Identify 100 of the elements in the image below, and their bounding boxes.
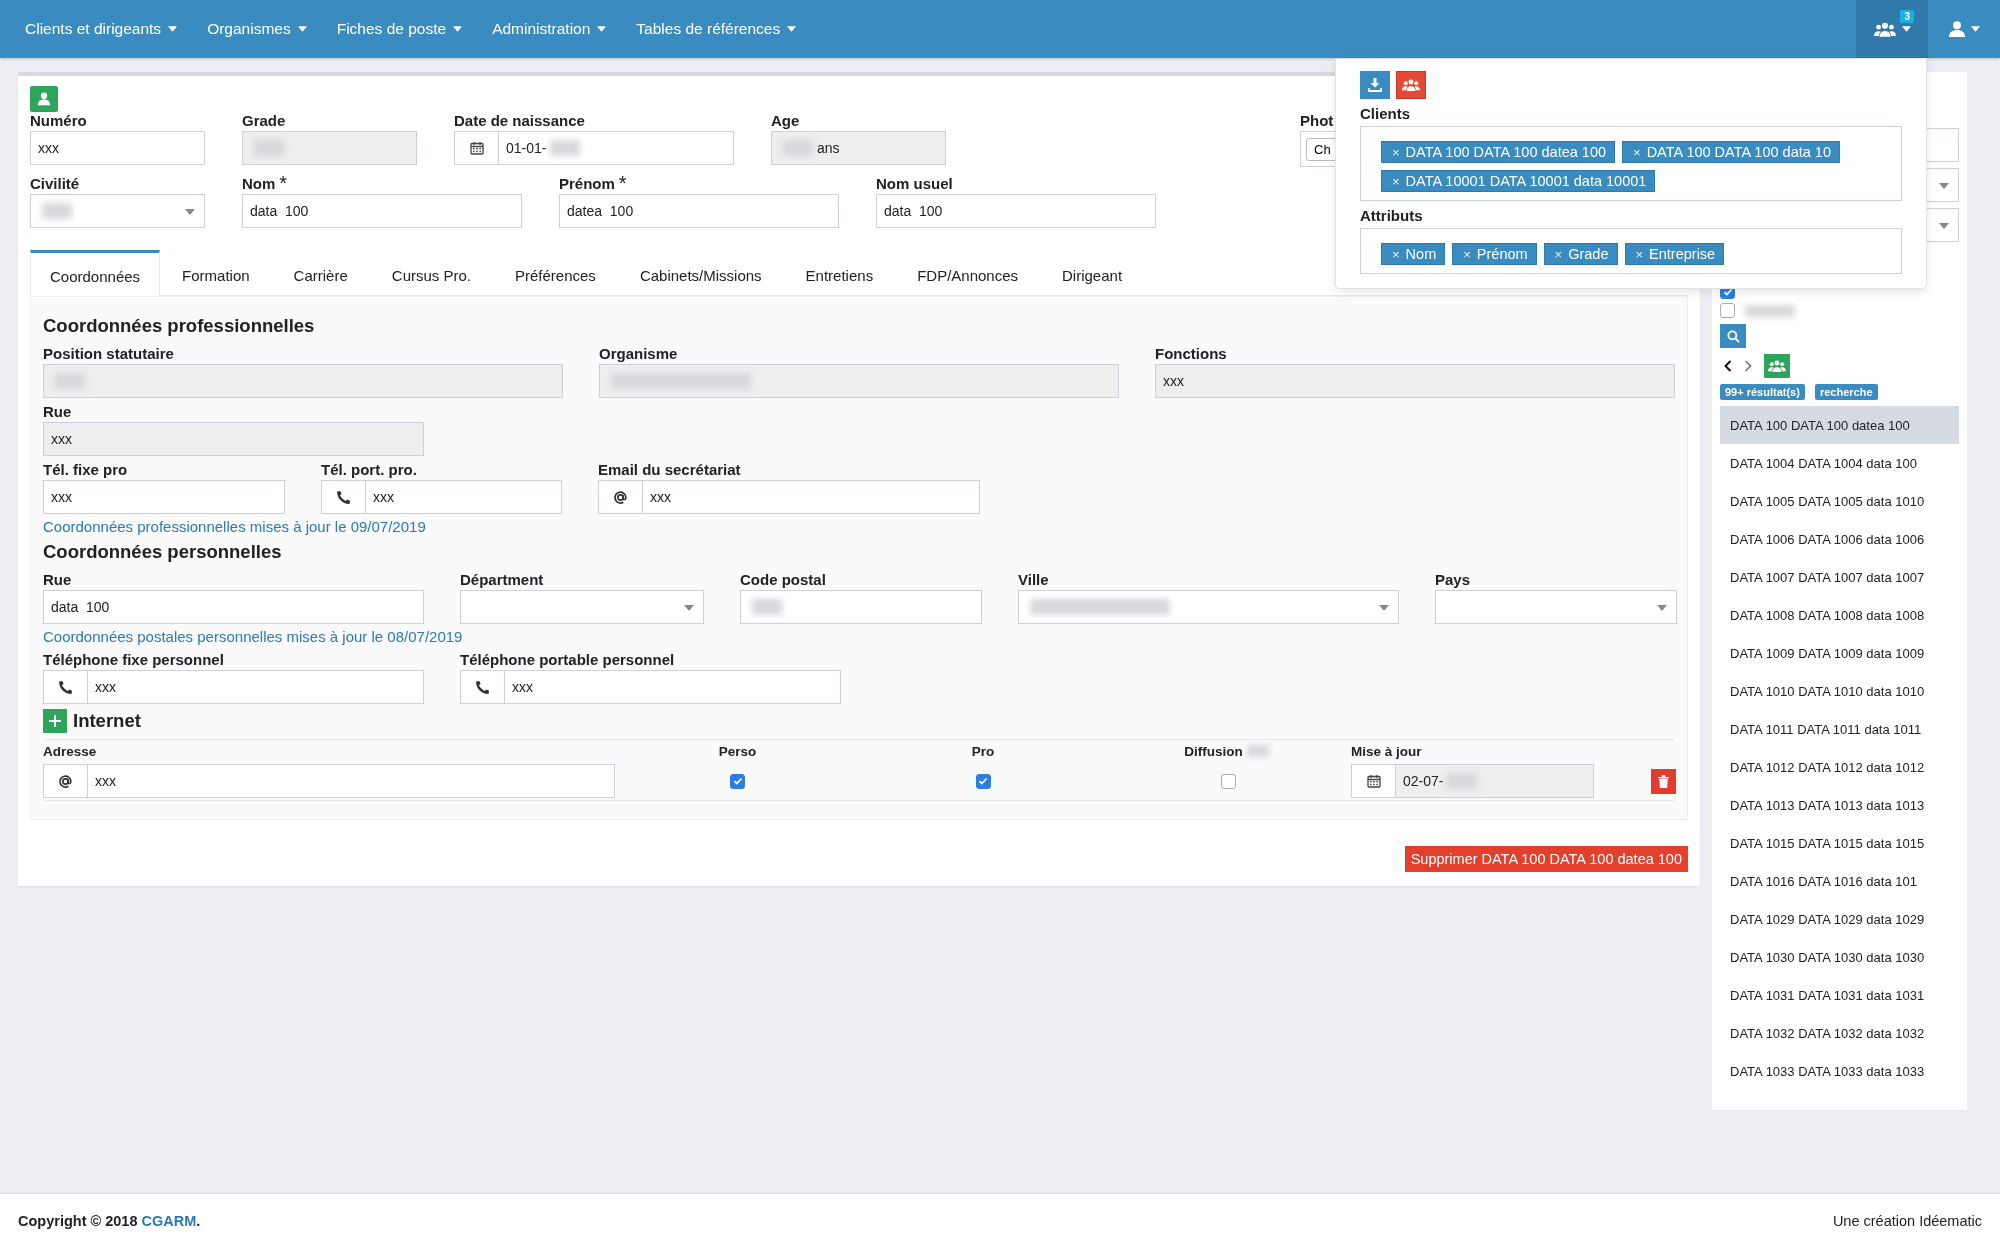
at-sign-icon xyxy=(613,489,628,505)
section-title: Internet xyxy=(73,710,141,732)
column-header: Pro xyxy=(971,743,995,759)
input-field[interactable]: xxx xyxy=(365,480,562,514)
brand-link[interactable]: CGARM xyxy=(141,1213,197,1229)
input-field[interactable]: xxx xyxy=(30,131,205,165)
phone-icon xyxy=(475,679,490,695)
field-label: Code postal xyxy=(740,571,826,588)
delete-record-button[interactable]: Supprimer DATA 100 DATA 100 datea 100 xyxy=(1404,846,1688,872)
result-item[interactable]: DATA 1005 DATA 1005 data 1010 xyxy=(1720,482,1959,520)
nav-menu[interactable]: Clients et dirigeants xyxy=(10,0,193,58)
result-item[interactable]: DATA 1012 DATA 1012 data 1012 xyxy=(1720,748,1959,786)
result-item[interactable]: DATA 1016 DATA 1016 data 101 xyxy=(1720,862,1959,900)
person-icon xyxy=(30,86,58,112)
field-label: Email du secrétariat xyxy=(598,461,741,478)
remove-tag-button[interactable]: × xyxy=(1392,173,1400,189)
checkbox[interactable] xyxy=(1720,303,1735,318)
field-label: Téléphone portable personnel xyxy=(460,651,675,668)
caret-icon xyxy=(1901,26,1911,32)
download-button[interactable] xyxy=(1360,71,1390,99)
field-label: Fonctions xyxy=(1155,345,1227,362)
caret-icon xyxy=(684,605,694,611)
input-field[interactable] xyxy=(599,364,1119,398)
add-icon[interactable] xyxy=(43,709,67,733)
input-field[interactable]: xxx xyxy=(87,670,424,704)
input-field[interactable]: ans xyxy=(771,131,946,165)
remove-tag-button[interactable]: × xyxy=(1633,144,1641,160)
checkbox[interactable] xyxy=(1221,773,1236,789)
result-item[interactable]: DATA 1032 DATA 1032 data 1032 xyxy=(1720,1014,1959,1052)
input-field[interactable]: datea 100 xyxy=(559,194,839,228)
result-item[interactable]: DATA 1013 DATA 1013 data 1013 xyxy=(1720,786,1959,824)
tab[interactable]: Dirigeant xyxy=(1040,250,1145,295)
result-item[interactable]: DATA 1004 DATA 1004 data 100 xyxy=(1720,444,1959,482)
tag-label: DATA 10001 DATA 10001 data 10001 xyxy=(1405,173,1647,189)
field-label: Position statutaire xyxy=(43,345,174,362)
result-item[interactable]: DATA 1031 DATA 1031 data 1031 xyxy=(1720,976,1959,1014)
group-button[interactable] xyxy=(1764,354,1790,378)
update-note-link[interactable]: Coordonnées postales personnelles mises à jour le 08/07/2019 xyxy=(43,628,463,645)
tab[interactable]: Cabinets/Missions xyxy=(617,250,784,295)
required-mark: * xyxy=(279,175,288,191)
result-item[interactable]: DATA 1033 DATA 1033 data 1033 xyxy=(1720,1052,1959,1090)
remove-tag-button[interactable]: × xyxy=(1392,246,1400,262)
input-field[interactable]: xxx xyxy=(1155,364,1675,398)
result-item[interactable]: DATA 1006 DATA 1006 data 1006 xyxy=(1720,520,1959,558)
nav-menu[interactable]: Tables de références xyxy=(621,0,812,58)
input-field[interactable]: data 100 xyxy=(242,194,522,228)
search-button[interactable] xyxy=(1720,324,1746,348)
checkbox[interactable] xyxy=(975,773,991,789)
field-label: Attributs xyxy=(1360,207,1424,224)
result-item[interactable]: DATA 1007 DATA 1007 data 1007 xyxy=(1720,558,1959,596)
column-header: Adresse xyxy=(43,743,97,759)
input-field[interactable] xyxy=(242,131,417,165)
remove-tag-button[interactable]: × xyxy=(1392,144,1400,160)
tab[interactable]: Formation xyxy=(160,250,272,295)
select-field[interactable] xyxy=(1018,590,1399,624)
input-field[interactable]: 02-07- xyxy=(1395,764,1594,798)
update-note-link[interactable]: Coordonnées professionnelles mises à jour le 09/07/2019 xyxy=(43,518,426,535)
tab[interactable]: Entretiens xyxy=(783,250,896,295)
remove-tag-button[interactable]: × xyxy=(1463,246,1471,262)
tab[interactable]: Carrière xyxy=(271,250,370,295)
input-field[interactable]: xxx xyxy=(87,764,615,798)
result-item[interactable]: DATA 1029 DATA 1029 data 1029 xyxy=(1720,900,1959,938)
next-icon[interactable] xyxy=(1744,360,1752,372)
input-field[interactable]: xxx xyxy=(43,422,424,456)
group-button[interactable] xyxy=(1396,71,1426,99)
field-label: Tél. port. pro. xyxy=(321,461,417,478)
tab[interactable]: Préférences xyxy=(493,250,618,295)
field-label: Rue xyxy=(43,571,72,588)
input-field[interactable]: 01-01- xyxy=(498,131,734,165)
field-label: Téléphone fixe personnel xyxy=(43,651,224,668)
select-field[interactable] xyxy=(30,194,205,228)
caret-icon xyxy=(1657,605,1667,611)
delete-button[interactable] xyxy=(1651,768,1676,794)
input-field[interactable]: xxx xyxy=(43,480,285,514)
input-field[interactable]: data 100 xyxy=(876,194,1156,228)
result-item[interactable]: DATA 1010 DATA 1010 data 1010 xyxy=(1720,672,1959,710)
tag-field[interactable]: × Nom × Prénom × Grade × Entreprise xyxy=(1360,228,1902,274)
nav-menu[interactable]: Fiches de poste xyxy=(321,0,478,58)
result-item[interactable]: DATA 1030 DATA 1030 data 1030 xyxy=(1720,938,1959,976)
previous-icon[interactable] xyxy=(1724,360,1732,372)
result-item[interactable]: DATA 100 DATA 100 datea 100 xyxy=(1720,406,1959,444)
input-field[interactable]: xxx xyxy=(504,670,841,704)
caret-icon xyxy=(185,209,195,215)
tab[interactable]: Cursus Pro. xyxy=(369,250,493,295)
input-field[interactable]: data 100 xyxy=(43,590,424,624)
tab[interactable]: FDP/Annonces xyxy=(895,250,1041,295)
result-item[interactable]: DATA 1011 DATA 1011 data 1011 xyxy=(1720,710,1959,748)
input-field[interactable]: xxx xyxy=(642,480,980,514)
result-item[interactable]: DATA 1015 DATA 1015 data 1015 xyxy=(1720,824,1959,862)
select-field[interactable] xyxy=(1435,590,1677,624)
select-field[interactable] xyxy=(460,590,704,624)
input-field[interactable] xyxy=(43,364,563,398)
result-item[interactable]: DATA 1008 DATA 1008 data 1008 xyxy=(1720,596,1959,634)
input-field[interactable] xyxy=(740,590,982,624)
result-item[interactable]: DATA 1009 DATA 1009 data 1009 xyxy=(1720,634,1959,672)
tab[interactable]: Coordonnées xyxy=(30,250,161,296)
tag-field[interactable]: × DATA 100 DATA 100 datea 100 × DATA 100 DATA 100 data 10 × DATA 10001 DATA 10001 data 10001 xyxy=(1360,126,1902,201)
nav-menu[interactable]: Organismes xyxy=(192,0,322,58)
checkbox[interactable] xyxy=(730,773,745,789)
nav-menu[interactable]: Administration xyxy=(477,0,622,58)
